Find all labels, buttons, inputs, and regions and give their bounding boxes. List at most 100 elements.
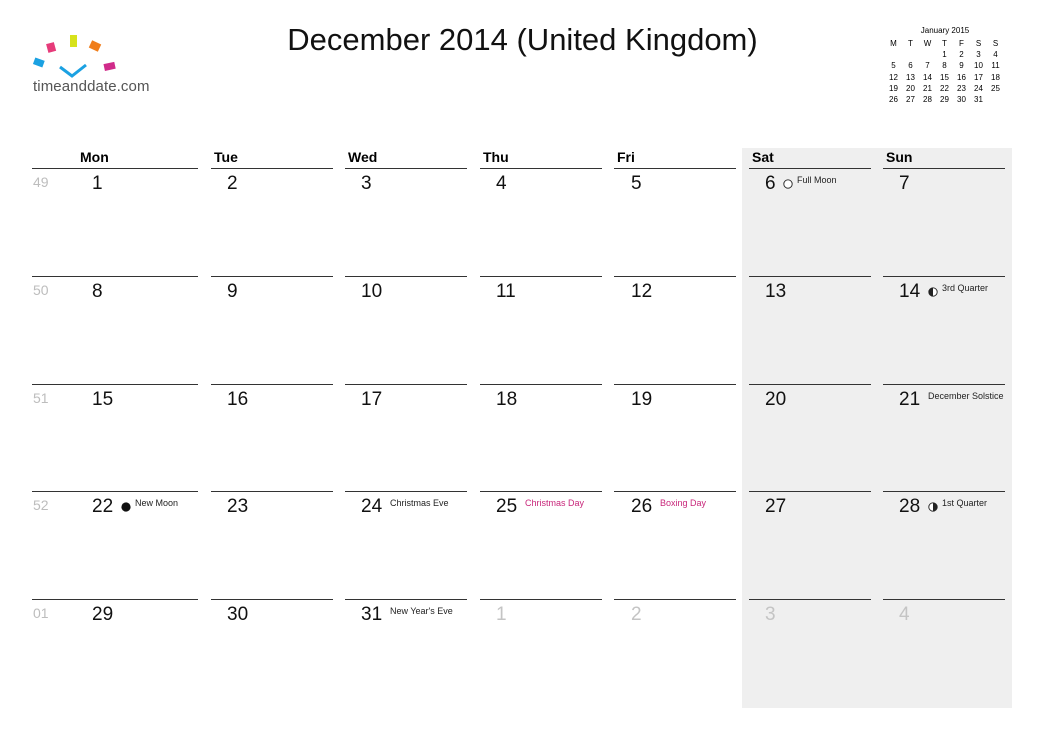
mini-calendar-day: 31 (974, 94, 983, 104)
week-number: 01 (33, 605, 49, 621)
mini-calendar-day: 20 (906, 83, 915, 93)
week-divider-line (749, 384, 871, 385)
day-number[interactable]: 2 (227, 173, 238, 195)
day-number[interactable]: 16 (227, 389, 248, 411)
mini-calendar-day (902, 49, 919, 60)
day-number[interactable]: 1 (92, 173, 103, 195)
mini-calendar-day: 30 (957, 94, 966, 104)
week-divider-line (345, 276, 467, 277)
day-number[interactable]: 23 (227, 496, 248, 518)
day-number[interactable]: 5 (631, 173, 642, 195)
day-number[interactable]: 1 (496, 604, 507, 626)
mini-calendar-day: 9 (959, 61, 964, 71)
mini-calendar-day: 4 (993, 50, 998, 60)
mini-calendar-day: 16 (957, 72, 966, 82)
week-number: 50 (33, 282, 49, 298)
day-number[interactable]: 17 (361, 389, 382, 411)
calendar-event[interactable]: Christmas Day (525, 498, 584, 508)
day-number[interactable]: 24 (361, 496, 382, 518)
day-number[interactable]: 31 (361, 604, 382, 626)
mini-calendar-title: January 2015 (920, 26, 970, 35)
day-number[interactable]: 19 (631, 389, 652, 411)
day-number[interactable]: 7 (899, 173, 910, 195)
mini-calendar-day: 25 (991, 83, 1000, 93)
mini-calendar-week: 5 6 7 8 9 10 11 (885, 60, 1005, 71)
week-number: 52 (33, 497, 49, 513)
day-number[interactable]: 11 (496, 281, 516, 303)
calendar-event[interactable]: New Year's Eve (390, 606, 453, 616)
calendar-event[interactable]: 3rd Quarter (942, 283, 988, 293)
mini-calendar-day: 13 (906, 72, 915, 82)
day-number[interactable]: 2 (631, 604, 642, 626)
mini-calendar-day: 10 (974, 61, 983, 71)
day-number[interactable]: 26 (631, 496, 652, 518)
logo-mark-icon (32, 35, 116, 78)
day-number[interactable]: 3 (361, 173, 372, 195)
day-number[interactable]: 8 (92, 281, 103, 303)
week-divider-line (749, 491, 871, 492)
mini-calendar-day (919, 49, 936, 60)
week-divider-line (32, 168, 198, 169)
weekday-header: Sat (752, 149, 774, 165)
calendar-event[interactable]: 1st Quarter (942, 498, 987, 508)
week-divider-line (345, 168, 467, 169)
day-number[interactable]: 29 (92, 604, 113, 626)
day-number[interactable]: 28 (899, 496, 920, 518)
day-number[interactable]: 4 (899, 604, 910, 626)
timeanddate-logo[interactable]: timeanddate.com (30, 35, 170, 99)
day-number[interactable]: 14 (899, 281, 920, 303)
week-divider-line (32, 491, 198, 492)
day-number[interactable]: 21 (899, 389, 920, 411)
weekday-header: Fri (617, 149, 635, 165)
calendar-event[interactable]: Full Moon (797, 175, 837, 185)
day-number[interactable]: 12 (631, 281, 652, 303)
day-number[interactable]: 6 (765, 173, 776, 195)
day-number[interactable]: 25 (496, 496, 517, 518)
weekday-header: Sun (886, 149, 913, 165)
mini-calendar-weekday: F (959, 39, 964, 48)
weekday-header: Mon (80, 149, 109, 165)
mini-calendar-week: 26 27 28 29 30 31 (885, 94, 1005, 105)
weekend-background (742, 148, 1012, 708)
day-number[interactable]: 27 (765, 496, 786, 518)
week-divider-line (749, 168, 871, 169)
mini-calendar-weekday: T (942, 39, 947, 48)
calendar-event[interactable]: Christmas Eve (390, 498, 449, 508)
mini-calendar-day: 5 (891, 61, 896, 71)
mini-calendar-day: 3 (976, 50, 981, 60)
day-number[interactable]: 13 (765, 281, 786, 303)
week-divider-line (211, 276, 333, 277)
mini-calendar-day: 6 (908, 61, 913, 71)
calendar-event[interactable]: New Moon (135, 498, 178, 508)
week-divider-line (614, 491, 736, 492)
logo-text: timeanddate.com (33, 78, 150, 95)
week-divider-line (883, 384, 1005, 385)
day-number[interactable]: 3 (765, 604, 776, 626)
week-divider-line (480, 168, 602, 169)
week-number: 51 (33, 390, 49, 406)
day-number[interactable]: 18 (496, 389, 517, 411)
mini-calendar-day: 17 (974, 72, 983, 82)
third-moon-icon (928, 284, 938, 297)
day-number[interactable]: 10 (361, 281, 382, 303)
calendar-event[interactable]: Boxing Day (660, 498, 706, 508)
mini-calendar-day: 23 (957, 83, 966, 93)
day-number[interactable]: 15 (92, 389, 113, 411)
day-number[interactable]: 9 (227, 281, 238, 303)
week-divider-line (211, 599, 333, 600)
week-divider-line (883, 168, 1005, 169)
day-number[interactable]: 22 (92, 496, 113, 518)
day-number[interactable]: 20 (765, 389, 786, 411)
mini-calendar-day: 21 (923, 83, 932, 93)
week-divider-line (480, 276, 602, 277)
new-moon-icon (121, 499, 131, 512)
day-number[interactable]: 4 (496, 173, 507, 195)
day-number[interactable]: 30 (227, 604, 248, 626)
mini-calendar-day: 8 (942, 61, 947, 71)
calendar-event[interactable]: December Solstice (928, 391, 1004, 401)
mini-calendar-day: 26 (889, 94, 898, 104)
week-divider-line (480, 599, 602, 600)
week-divider-line (32, 384, 198, 385)
weekday-header: Thu (483, 149, 509, 165)
week-divider-line (883, 599, 1005, 600)
